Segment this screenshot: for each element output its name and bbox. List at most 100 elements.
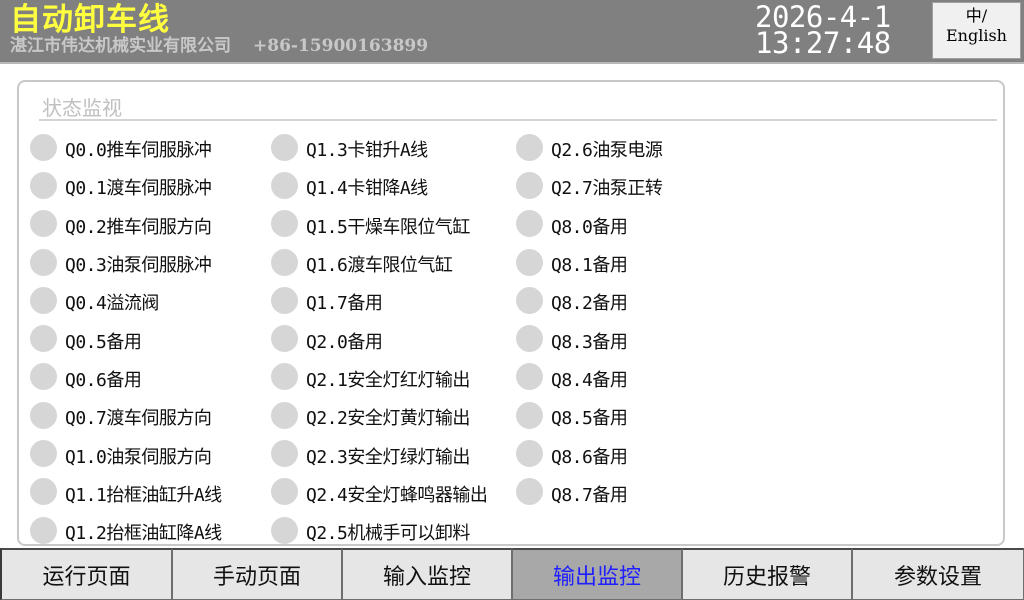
status-lamp-icon <box>516 248 543 276</box>
status-lamp-icon <box>30 286 57 314</box>
output-indicator: Q2.1安全灯红灯输出 <box>271 360 487 398</box>
output-indicator: Q8.3备用 <box>516 321 662 359</box>
header-bar: 自动卸车线 湛江市伟达机械实业有限公司 +86-15900163899 2026-… <box>0 0 1024 64</box>
status-lamp-icon <box>271 325 298 353</box>
output-indicator-label: Q1.3卡钳升A线 <box>306 140 428 162</box>
output-indicator-label: Q8.3备用 <box>551 331 628 353</box>
output-indicator-label: Q1.2抬框油缸降A线 <box>65 523 222 545</box>
output-indicator: Q8.5备用 <box>516 398 662 436</box>
status-lamp-icon <box>30 478 57 506</box>
nav-button-output-monitor[interactable]: 输出监控 <box>512 548 682 600</box>
bottom-nav: 运行页面 手动页面 输入监控 输出监控 历史报警 参数设置 <box>0 548 1024 600</box>
output-indicator-label: Q0.7渡车伺服方向 <box>65 408 212 430</box>
output-indicator: Q2.2安全灯黄灯输出 <box>271 398 487 436</box>
output-indicator-label: Q8.5备用 <box>551 408 628 430</box>
nav-button-manual-page[interactable]: 手动页面 <box>172 548 342 600</box>
output-indicator: Q0.4溢流阀 <box>30 283 222 321</box>
language-toggle-line2: English <box>946 26 1007 45</box>
output-indicator: Q0.6备用 <box>30 360 222 398</box>
status-lamp-icon <box>30 401 57 429</box>
nav-button-parameter-settings[interactable]: 参数设置 <box>852 548 1024 600</box>
output-indicator: Q8.0备用 <box>516 207 662 245</box>
output-indicator: Q1.2抬框油缸降A线 <box>30 513 222 551</box>
output-indicator-label: Q0.1渡车伺服脉冲 <box>65 178 212 200</box>
output-indicator-label: Q1.5干燥车限位气缸 <box>306 216 470 238</box>
output-indicator-label: Q1.4卡钳降A线 <box>306 178 428 200</box>
status-lamp-icon <box>271 516 298 544</box>
status-lamp-icon <box>516 133 543 161</box>
status-lamp-icon <box>271 171 298 199</box>
output-indicator-label: Q2.7油泵正转 <box>551 178 663 200</box>
indicator-column-1: Q0.0推车伺服脉冲 Q0.1渡车伺服脉冲 Q0.2推车伺服方向 Q0.3油泵伺服脉冲… <box>30 130 222 551</box>
panel-title: 状态监视 <box>42 96 122 120</box>
output-indicator: Q0.0推车伺服脉冲 <box>30 130 222 168</box>
output-indicator-label: Q2.0备用 <box>306 331 383 353</box>
indicator-column-2: Q1.3卡钳升A线 Q1.4卡钳降A线 Q1.5干燥车限位气缸 Q1.6渡车限位气缸 Q… <box>271 130 488 551</box>
output-indicator: Q8.7备用 <box>516 475 662 513</box>
output-indicator-label: Q0.4溢流阀 <box>65 293 159 315</box>
status-lamp-icon <box>30 516 57 544</box>
output-indicator: Q8.6备用 <box>516 436 662 474</box>
output-indicator-label: Q1.0油泵伺服方向 <box>65 446 212 468</box>
output-indicator-label: Q1.1抬框油缸升A线 <box>65 484 222 506</box>
output-indicator-label: Q8.7备用 <box>551 484 628 506</box>
output-indicator: Q2.3安全灯绿灯输出 <box>271 436 487 474</box>
status-lamp-icon <box>516 363 543 391</box>
status-lamp-icon <box>271 440 298 468</box>
output-indicator-label: Q0.5备用 <box>65 331 142 353</box>
output-indicator-label: Q8.1备用 <box>551 255 628 277</box>
output-indicator: Q1.4卡钳降A线 <box>271 168 487 206</box>
output-indicator-label: Q8.4备用 <box>551 369 628 391</box>
output-indicator: Q2.0备用 <box>271 321 487 359</box>
output-indicator: Q2.7油泵正转 <box>516 168 663 206</box>
status-lamp-icon <box>271 210 298 238</box>
output-indicator: Q1.6渡车限位气缸 <box>271 245 487 283</box>
status-lamp-icon <box>30 171 57 199</box>
status-lamp-icon <box>30 440 57 468</box>
status-lamp-icon <box>516 286 543 314</box>
nav-button-run-page[interactable]: 运行页面 <box>0 548 172 600</box>
output-indicator: Q8.4备用 <box>516 360 662 398</box>
status-lamp-icon <box>516 171 543 199</box>
output-indicator-label: Q8.0备用 <box>551 216 628 238</box>
status-lamp-icon <box>271 133 298 161</box>
status-lamp-icon <box>271 363 298 391</box>
output-indicator: Q0.5备用 <box>30 321 222 359</box>
status-lamp-icon <box>271 248 298 276</box>
status-lamp-icon <box>516 440 543 468</box>
output-indicator: Q1.3卡钳升A线 <box>271 130 487 168</box>
output-indicator-label: Q2.4安全灯蜂鸣器输出 <box>306 484 488 506</box>
nav-button-input-monitor[interactable]: 输入监控 <box>342 548 512 600</box>
output-indicator: Q0.3油泵伺服脉冲 <box>30 245 222 283</box>
output-indicator: Q0.2推车伺服方向 <box>30 207 222 245</box>
status-lamp-icon <box>271 286 298 314</box>
output-indicator: Q8.1备用 <box>516 245 662 283</box>
output-indicator-label: Q0.2推车伺服方向 <box>65 216 212 238</box>
output-indicator: Q2.6油泵电源 <box>516 130 663 168</box>
output-indicator: Q1.1抬框油缸升A线 <box>30 475 222 513</box>
status-lamp-icon <box>30 133 57 161</box>
app-title: 自动卸车线 <box>10 2 170 38</box>
output-indicator-label: Q0.0推车伺服脉冲 <box>65 140 212 162</box>
nav-button-alarm-history[interactable]: 历史报警 <box>682 548 852 600</box>
output-indicator-label: Q2.5机械手可以卸料 <box>306 523 470 545</box>
output-indicator-label: Q0.3油泵伺服脉冲 <box>65 255 212 277</box>
output-indicator-label: Q1.6渡车限位气缸 <box>306 255 453 277</box>
language-toggle-line1: 中/ <box>965 6 988 25</box>
language-toggle-button[interactable]: 中/ English <box>932 2 1021 59</box>
company-info: 湛江市伟达机械实业有限公司 +86-15900163899 <box>10 35 428 57</box>
status-lamp-icon <box>30 210 57 238</box>
time-display: 13:27:48 <box>755 26 891 60</box>
company-name: 湛江市伟达机械实业有限公司 <box>10 36 231 56</box>
status-lamp-icon <box>30 325 57 353</box>
output-indicator-label: Q8.2备用 <box>551 293 628 315</box>
output-indicator: Q0.7渡车伺服方向 <box>30 398 222 436</box>
panel-divider <box>39 119 997 121</box>
status-lamp-icon <box>30 363 57 391</box>
output-indicator: Q2.4安全灯蜂鸣器输出 <box>271 475 488 513</box>
output-indicator-label: Q1.7备用 <box>306 293 383 315</box>
output-indicator-label: Q0.6备用 <box>65 369 142 391</box>
output-indicator-label: Q2.1安全灯红灯输出 <box>306 369 470 391</box>
output-indicator: Q1.5干燥车限位气缸 <box>271 207 487 245</box>
output-indicator-label: Q2.6油泵电源 <box>551 140 663 162</box>
